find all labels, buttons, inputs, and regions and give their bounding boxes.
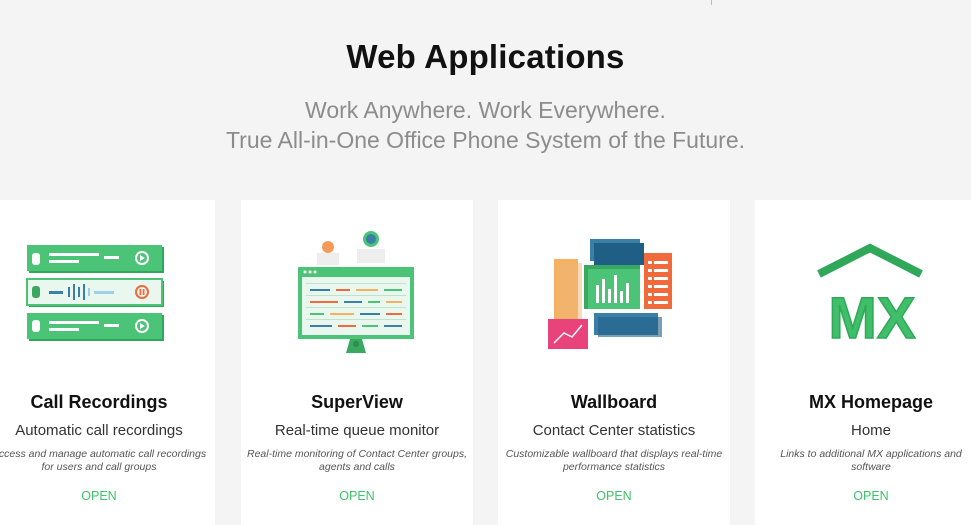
card-subtitle: Contact Center statistics xyxy=(532,422,696,439)
card-title: Wallboard xyxy=(570,392,658,412)
hero-section: Web Applications Work Anywhere. Work Eve… xyxy=(0,0,971,200)
superview-monitor-icon xyxy=(241,220,473,370)
call-recordings-icon xyxy=(0,220,215,370)
card-description: Links to additional MX applications and … xyxy=(780,448,962,473)
card-description: Access and manage automatic call recordi… xyxy=(0,448,207,473)
open-mx-homepage-link[interactable]: OPEN xyxy=(755,489,971,503)
card-subtitle: Automatic call recordings xyxy=(15,422,183,439)
page-subtitle-line2: True All-in-One Office Phone System of t… xyxy=(225,127,746,153)
card-mx-homepage: MX MX Homepage Home Links to additional … xyxy=(755,200,971,525)
open-call-recordings-link[interactable]: OPEN xyxy=(0,489,215,503)
card-description: Customizable wallboard that displays rea… xyxy=(505,448,723,473)
card-subtitle: Home xyxy=(850,422,891,439)
wallboard-icon xyxy=(498,220,730,370)
card-description: Real-time monitoring of Contact Center g… xyxy=(246,448,468,473)
open-wallboard-link[interactable]: OPEN xyxy=(498,489,730,503)
svg-text:MX: MX xyxy=(829,286,916,350)
mx-homepage-icon: MX xyxy=(755,220,971,370)
page-title: Web Applications xyxy=(346,38,625,75)
card-superview: SuperView Real-time queue monitor Real-t… xyxy=(241,200,473,525)
card-wallboard: Wallboard Contact Center statistics Cust… xyxy=(498,200,730,525)
open-superview-link[interactable]: OPEN xyxy=(241,489,473,503)
page-subtitle-line1: Work Anywhere. Work Everywhere. xyxy=(305,97,666,123)
card-call-recordings: Call Recordings Automatic call recording… xyxy=(0,200,215,525)
card-title: SuperView xyxy=(311,392,403,412)
card-title: Call Recordings xyxy=(30,392,168,412)
card-subtitle: Real-time queue monitor xyxy=(274,422,440,439)
card-title: MX Homepage xyxy=(808,392,934,412)
